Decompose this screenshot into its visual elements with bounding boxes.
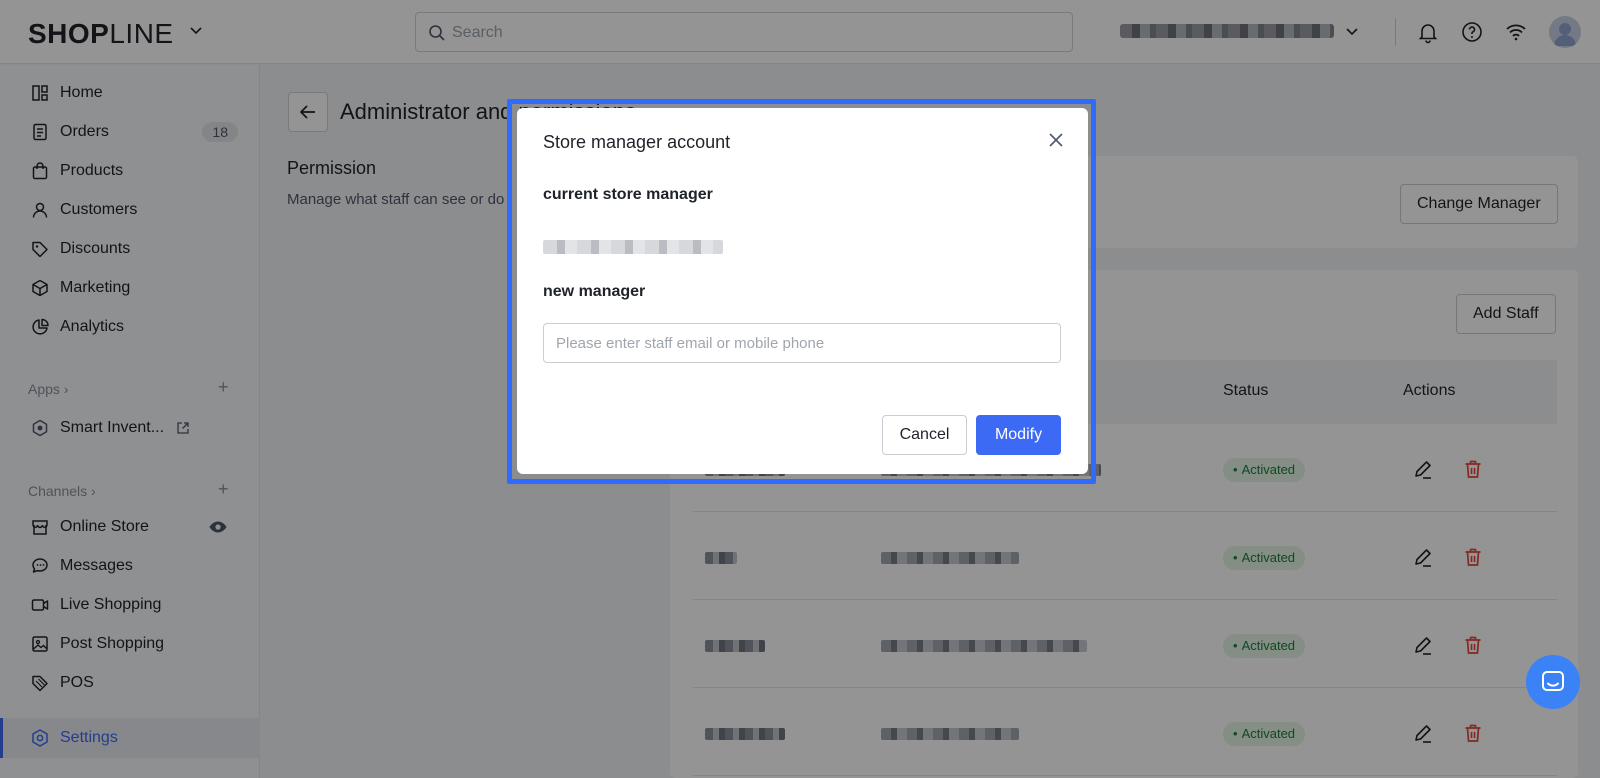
close-icon[interactable] bbox=[1046, 130, 1066, 150]
new-manager-input[interactable] bbox=[543, 323, 1061, 363]
modify-button[interactable]: Modify bbox=[976, 415, 1061, 455]
current-manager-label: current store manager bbox=[543, 186, 713, 203]
modal-title: Store manager account bbox=[543, 132, 731, 152]
current-manager-value-blurred bbox=[543, 240, 723, 254]
cancel-button[interactable]: Cancel bbox=[882, 415, 967, 455]
store-manager-modal: Store manager account current store mana… bbox=[517, 108, 1088, 474]
new-manager-label: new manager bbox=[543, 283, 646, 300]
chat-support-button[interactable] bbox=[1526, 655, 1580, 709]
chat-icon bbox=[1542, 671, 1564, 691]
